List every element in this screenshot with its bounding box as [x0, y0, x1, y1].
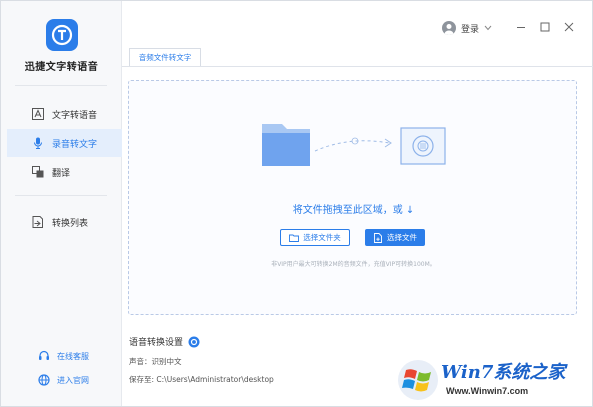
avatar-icon: [442, 21, 456, 35]
audio-file-icon: [400, 127, 446, 165]
sidebar-divider: [15, 195, 107, 196]
maximize-icon: [540, 22, 550, 32]
chevron-down-icon: [484, 25, 492, 31]
conversion-settings-title: 语音转换设置: [129, 335, 200, 348]
save-path-setting: 保存至: C:\Users\Administrator\desktop: [129, 375, 274, 384]
gear-icon[interactable]: [188, 336, 200, 348]
sidebar-divider: [15, 85, 107, 86]
close-button[interactable]: [562, 20, 576, 34]
headset-icon: [38, 350, 50, 362]
globe-icon: [38, 374, 50, 386]
vip-hint: 非VIP用户最大可转换2M的音频文件，充值VIP可转换100M。: [271, 261, 436, 268]
app-name: 迅捷文字转语音: [24, 62, 99, 73]
select-file-label: 选择文件: [387, 233, 417, 242]
app-logo-icon: [46, 19, 78, 51]
sidebar: 迅捷文字转语音 文字转语音 录音转文字 翻译 转换列表 在线客服 进入官网: [1, 1, 122, 406]
translate-icon: [31, 165, 45, 179]
drop-instruction: 将文件拖拽至此区域，或 ↓: [292, 205, 415, 216]
select-folder-label: 选择文件夹: [303, 233, 341, 242]
minimize-button[interactable]: [514, 20, 528, 34]
select-file-button[interactable]: 选择文件: [365, 229, 425, 246]
sidebar-item-translate[interactable]: 翻译: [7, 158, 122, 186]
website-label: 进入官网: [57, 375, 89, 385]
select-folder-button[interactable]: 选择文件夹: [280, 229, 350, 246]
settings-title-label: 语音转换设置: [129, 338, 184, 348]
watermark-url: Www.Winwin7.com: [446, 386, 529, 396]
sidebar-item-speech-to-text[interactable]: 录音转文字: [7, 129, 122, 157]
file-drop-zone[interactable]: 将文件拖拽至此区域，或 ↓ 选择文件夹 选择文件 非VIP用户最大可转换2M的音…: [128, 80, 577, 315]
conversion-list-icon: [31, 215, 45, 229]
sidebar-item-label: 转换列表: [52, 218, 89, 229]
file-add-icon: [373, 232, 383, 243]
sidebar-item-label: 翻译: [52, 168, 71, 179]
watermark-brand: Win7系统之家: [441, 362, 566, 383]
drop-illustration: [262, 124, 446, 166]
maximize-button[interactable]: [538, 20, 552, 34]
sidebar-item-conversion-list[interactable]: 转换列表: [7, 208, 122, 236]
close-icon: [564, 22, 574, 32]
text-to-speech-icon: [31, 107, 45, 121]
app-window: 迅捷文字转语音 文字转语音 录音转文字 翻译 转换列表 在线客服 进入官网 登录…: [0, 0, 593, 407]
sidebar-item-text-to-speech[interactable]: 文字转语音: [7, 100, 122, 128]
online-service-link[interactable]: 在线客服: [1, 348, 122, 364]
site-watermark: Win7系统之家 Www.Winwin7.com: [396, 356, 591, 406]
voice-setting: 声音：识别中文: [129, 357, 182, 366]
folder-icon: [262, 124, 310, 166]
tab-underline: [122, 66, 593, 67]
windows-logo-icon: [398, 360, 438, 400]
tab-audio-to-text[interactable]: 音频文件转文字: [129, 48, 201, 66]
website-link[interactable]: 进入官网: [1, 372, 122, 388]
login-label: 登录: [461, 24, 480, 35]
sidebar-item-label: 文字转语音: [52, 110, 98, 121]
sidebar-item-label: 录音转文字: [52, 139, 98, 150]
folder-outline-icon: [289, 233, 300, 243]
minimize-icon: [517, 27, 525, 28]
login-button[interactable]: 登录: [442, 21, 492, 35]
online-service-label: 在线客服: [57, 351, 89, 361]
microphone-icon: [31, 136, 45, 150]
